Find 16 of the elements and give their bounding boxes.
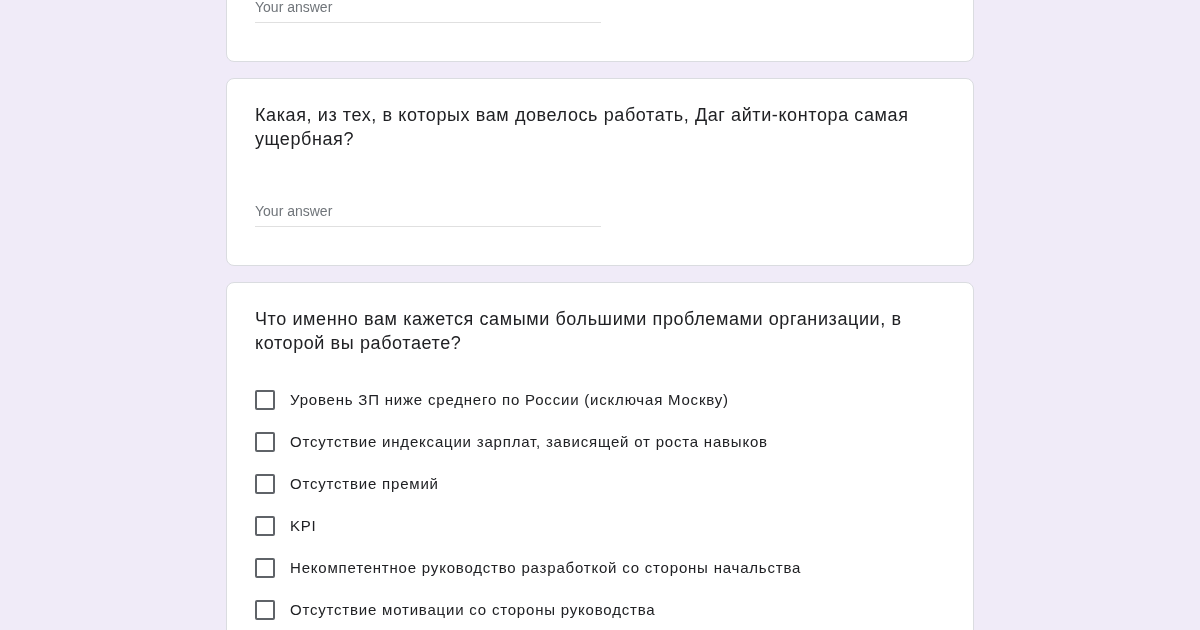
option-label: Некомпетентное руководство разработкой со стороны начальства <box>290 558 802 578</box>
checkbox[interactable] <box>255 600 275 620</box>
answer-field[interactable]: Your answer <box>255 199 601 227</box>
option-label: Отсутствие индексации зарплат, зависящей от роста навыков <box>290 432 768 452</box>
checkbox[interactable] <box>255 474 275 494</box>
question-text: Что именно вам кажется самыми большими проблемами организации, в которой вы работаете? <box>255 308 903 355</box>
option-label: KPI <box>290 516 317 536</box>
checkbox[interactable] <box>255 516 275 536</box>
option-label: Уровень ЗП ниже среднего по России (исключая Москву) <box>290 390 729 410</box>
option-label: Отсутствие премий <box>290 474 439 494</box>
option-label: Отсутствие мотивации со стороны руководства <box>290 600 656 620</box>
checkbox[interactable] <box>255 558 275 578</box>
checkbox[interactable] <box>255 432 275 452</box>
answer-field[interactable]: Your answer <box>255 0 601 23</box>
checkbox[interactable] <box>255 390 275 410</box>
question-text: Какая, из тех, в которых вам довелось работать, Даг айти-контора самая ущербная? <box>255 104 910 151</box>
